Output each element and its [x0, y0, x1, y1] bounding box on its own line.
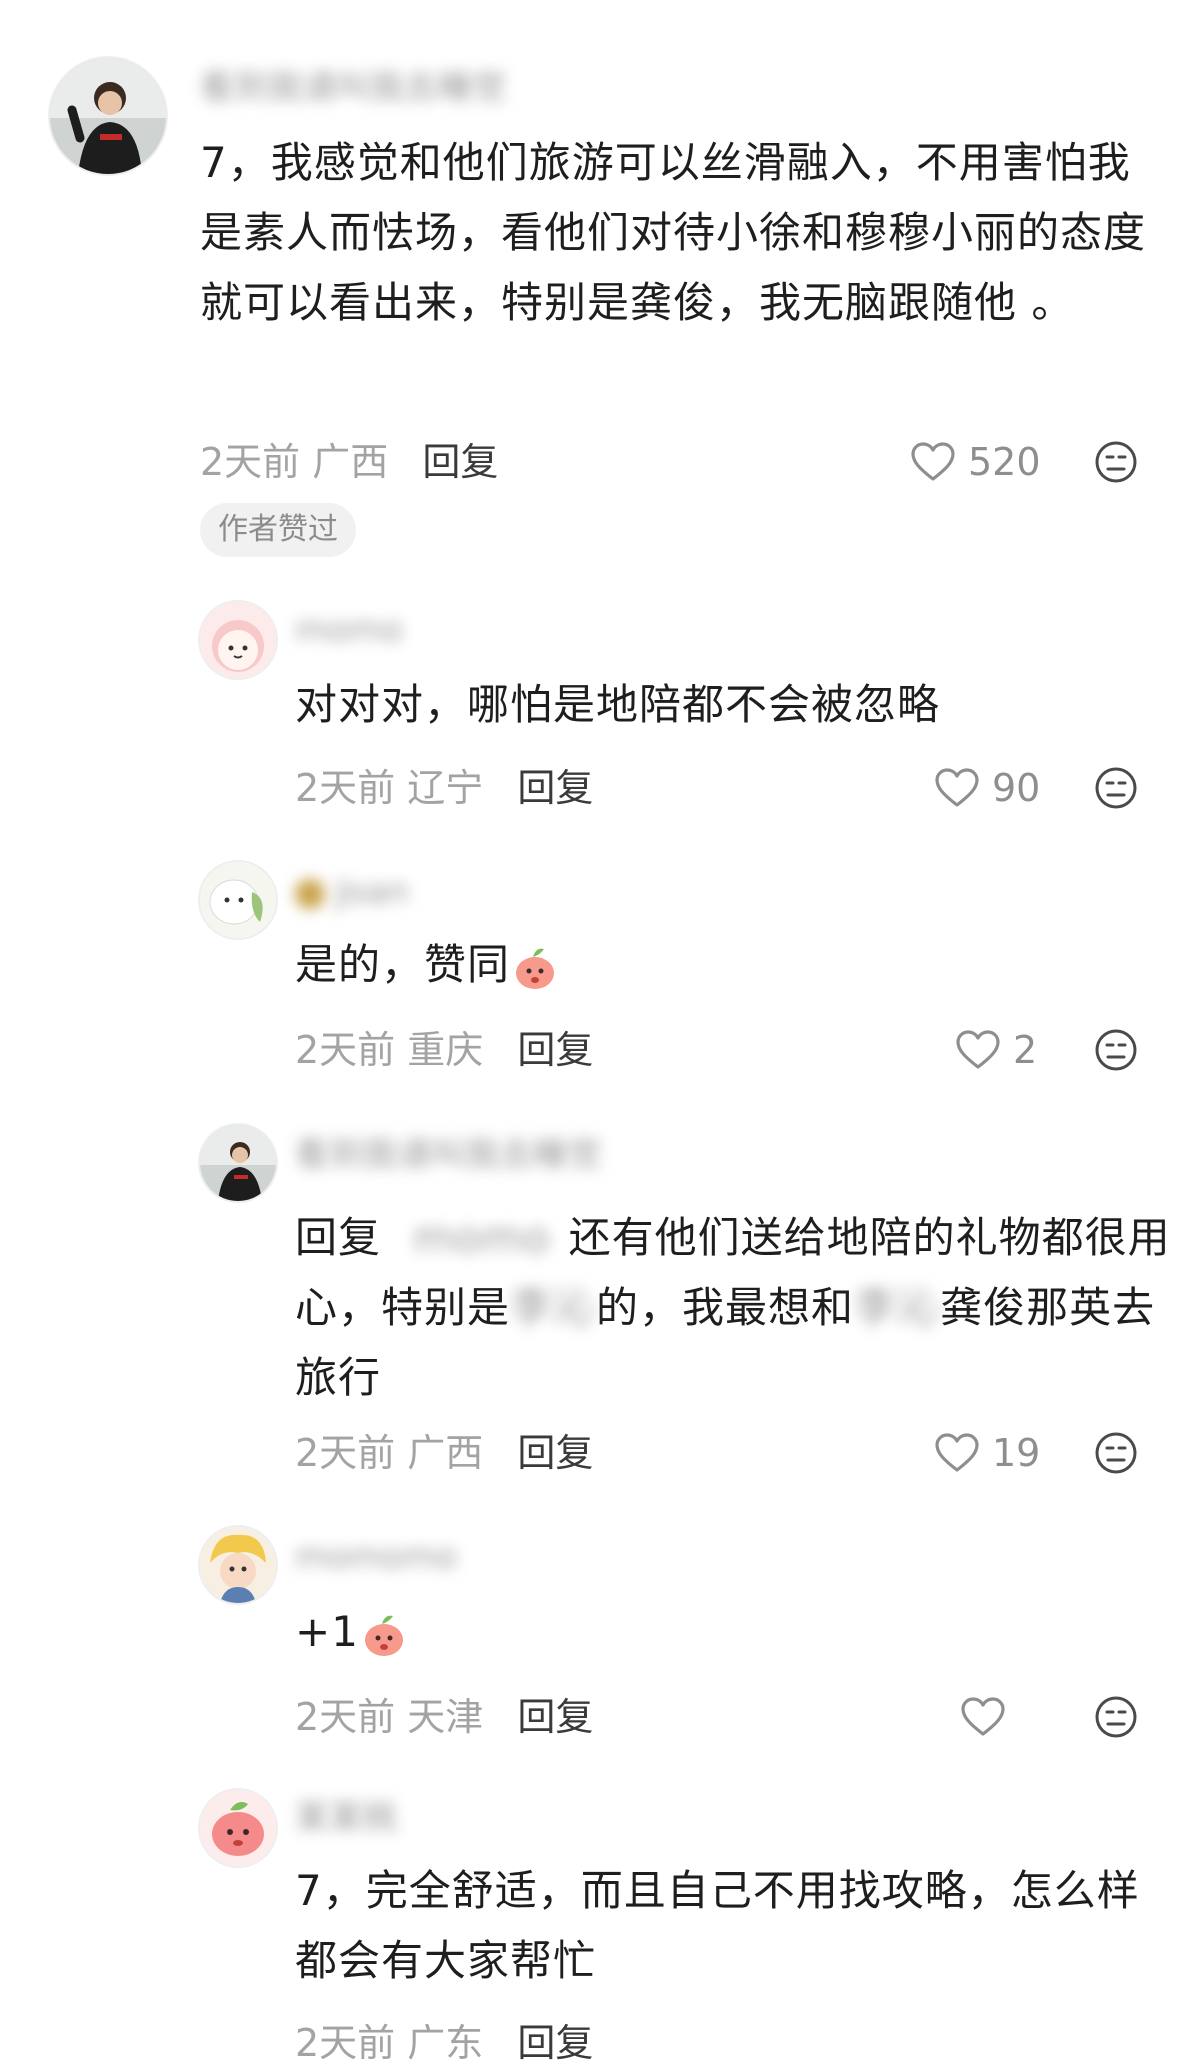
like-count: 2 — [1013, 1028, 1038, 1072]
like-count: 19 — [992, 1431, 1041, 1475]
comment-text: 7，我感觉和他们旅游可以丝滑融入，不用害怕我是素人而怯场，看他们对待小徐和穆穆小… — [200, 138, 1147, 327]
reply-button[interactable]: 回复 — [517, 1028, 593, 1072]
blurred-name: 李沁 — [854, 1283, 941, 1332]
reply-button[interactable]: 回复 — [517, 766, 593, 810]
comment-time: 2天前 — [200, 440, 301, 484]
blurred-name: 李沁 — [510, 1283, 597, 1332]
sunflower-icon — [295, 878, 325, 909]
reply-button[interactable]: 回复 — [517, 1431, 593, 1475]
dislike-face-icon[interactable] — [1094, 1431, 1138, 1475]
like-count: 90 — [992, 766, 1041, 810]
like-button[interactable] — [960, 1692, 1006, 1742]
author-liked-badge: 作者赞过 — [200, 503, 356, 557]
peach-emoji-icon — [364, 1615, 403, 1656]
dislike-face-icon[interactable] — [1094, 766, 1138, 810]
comment-meta: 2天前 重庆 回复 — [295, 1025, 593, 1075]
like-button[interactable]: 90 — [934, 763, 1040, 813]
avatar[interactable] — [198, 600, 278, 680]
like-count: 520 — [968, 440, 1041, 484]
avatar[interactable] — [198, 1788, 278, 1868]
comment-text: +1 — [295, 1597, 1155, 1667]
comment-text: 是的，赞同 — [295, 930, 1155, 1000]
comment-text: 对对对，哪怕是地陪都不会被忽略 — [295, 680, 941, 729]
comment-meta: 2天前 天津 回复 — [295, 1692, 593, 1742]
username[interactable]: 某某桃 — [295, 1798, 397, 1838]
comment-location: 辽宁 — [407, 766, 484, 810]
avatar-photo — [200, 1790, 276, 1866]
comment-location: 重庆 — [407, 1028, 484, 1072]
avatar-photo — [200, 862, 276, 938]
avatar[interactable] — [198, 860, 278, 940]
heart-outline-icon — [911, 442, 955, 481]
username[interactable]: Joan — [295, 872, 409, 912]
comment-meta: 2天前 广西 回复 — [200, 437, 498, 487]
avatar[interactable] — [48, 56, 168, 176]
comment-meta: 2天前 广西 回复 — [295, 1428, 593, 1478]
username[interactable]: momomo — [295, 1537, 457, 1577]
reply-to-username[interactable]: momo — [413, 1213, 550, 1262]
comment-text: 7，完全舒适，而且自己不用找攻略，怎么样都会有大家帮忙 — [295, 1866, 1140, 1985]
comment-time: 2天前 — [295, 1695, 396, 1739]
comment-location: 广东 — [407, 2021, 484, 2065]
comment-location: 广西 — [312, 440, 389, 484]
username[interactable]: 看到我请叫我去睡觉 — [200, 68, 506, 108]
comment-time: 2天前 — [295, 1028, 396, 1072]
heart-outline-icon — [935, 768, 979, 807]
avatar-photo — [200, 1527, 276, 1603]
reply-button[interactable]: 回复 — [517, 1695, 593, 1739]
avatar[interactable] — [198, 1525, 278, 1605]
like-button[interactable]: 19 — [934, 1428, 1040, 1478]
avatar-photo — [50, 58, 166, 174]
like-button[interactable]: 520 — [910, 437, 1041, 487]
comment-meta: 2天前 广东 回复 — [295, 2018, 593, 2068]
username[interactable]: momo — [295, 610, 403, 650]
heart-outline-icon — [956, 1030, 1000, 1069]
comment-time: 2天前 — [295, 2021, 396, 2065]
avatar[interactable] — [198, 1123, 278, 1203]
dislike-face-icon[interactable] — [1094, 1695, 1138, 1739]
like-button[interactable]: 2 — [955, 1025, 1037, 1075]
username[interactable]: 看到我请叫我去睡觉 — [295, 1135, 601, 1175]
comment-location: 天津 — [407, 1695, 484, 1739]
reply-prefix: 回复 — [295, 1213, 382, 1262]
comment-meta: 2天前 辽宁 回复 — [295, 763, 593, 813]
dislike-face-icon[interactable] — [1094, 440, 1138, 484]
comment-time: 2天前 — [295, 1431, 396, 1475]
heart-outline-icon — [961, 1697, 1005, 1736]
comment-location: 广西 — [407, 1431, 484, 1475]
reply-button[interactable]: 回复 — [517, 2021, 593, 2065]
peach-emoji-icon — [516, 948, 555, 989]
reply-button[interactable]: 回复 — [422, 440, 498, 484]
comment-time: 2天前 — [295, 766, 396, 810]
heart-outline-icon — [935, 1433, 979, 1472]
avatar-photo — [200, 1125, 276, 1201]
avatar-photo — [200, 602, 276, 678]
dislike-face-icon[interactable] — [1094, 1028, 1138, 1072]
comment-text: 回复 momo 还有他们送给地陪的礼物都很用心，特别是李沁的，我最想和李沁龚俊那英… — [295, 1213, 1171, 1402]
